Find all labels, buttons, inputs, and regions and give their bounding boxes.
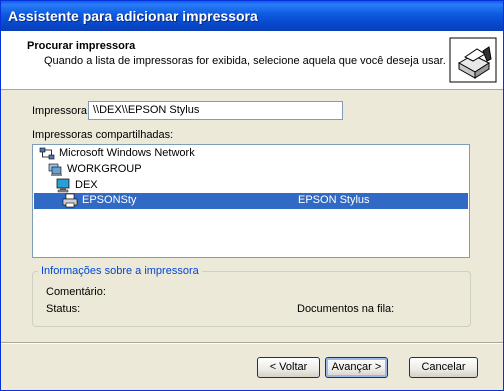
list-item-label: EPSONSty <box>82 194 137 206</box>
list-item-selected[interactable]: EPSONSty EPSON Stylus <box>34 193 468 209</box>
queue-label: Documentos na fila: <box>297 303 395 315</box>
printer-info-legend: Informações sobre a impressora <box>38 265 202 277</box>
wizard-header: Procurar impressora Quando a lista de im… <box>1 31 503 90</box>
printer-input[interactable]: \\DEX\\EPSON Stylus <box>88 101 343 120</box>
footer-divider-highlight <box>1 343 503 344</box>
printer-wizard-icon <box>449 37 497 83</box>
back-button[interactable]: < Voltar <box>257 357 320 378</box>
next-button[interactable]: Avançar > <box>325 357 388 378</box>
list-item-label: WORKGROUP <box>67 163 142 175</box>
wizard-window: Assistente para adicionar impressora Pro… <box>0 0 504 391</box>
printer-info-group <box>32 271 471 327</box>
window-title: Assistente para adicionar impressora <box>8 8 258 24</box>
status-label: Status: <box>46 303 81 315</box>
printer-label-text: Impressora: <box>32 105 91 117</box>
comment-label: Comentário: <box>46 286 106 298</box>
title-bar[interactable]: Assistente para adicionar impressora <box>1 1 503 31</box>
list-item-label: Microsoft Windows Network <box>59 147 195 159</box>
list-item-comment: EPSON Stylus <box>298 194 370 206</box>
shared-printers-label: Impressoras compartilhadas: <box>32 129 174 141</box>
shared-printers-list[interactable]: Microsoft Windows Network WORKGROUP DEX <box>32 144 470 258</box>
computer-icon <box>56 178 70 193</box>
network-icon <box>39 147 55 160</box>
header-title: Procurar impressora <box>27 40 136 52</box>
printer-icon <box>62 193 78 208</box>
printer-label: Impressora: <box>32 105 90 117</box>
cancel-button[interactable]: Cancelar <box>409 357 478 378</box>
header-subtitle: Quando a lista de impressoras for exibid… <box>44 55 446 67</box>
list-item-label: DEX <box>75 179 98 191</box>
workgroup-icon <box>48 163 62 176</box>
